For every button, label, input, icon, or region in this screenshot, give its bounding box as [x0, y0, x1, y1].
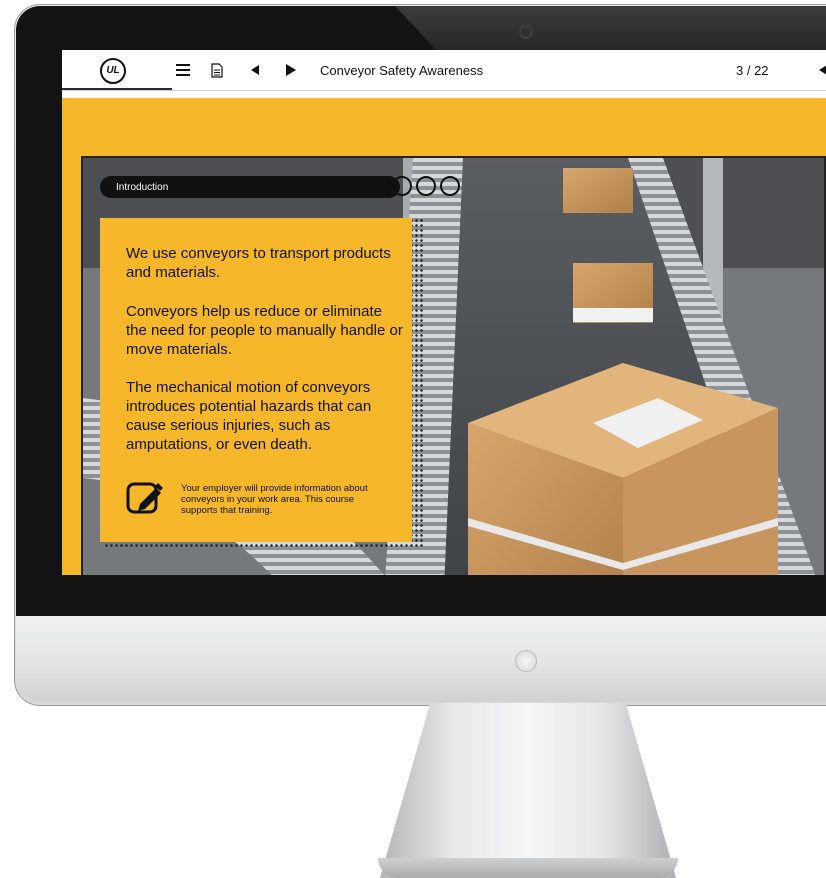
- paragraph-1: We use conveyors to transport products a…: [126, 245, 391, 281]
- progress-step-marker: [416, 176, 436, 196]
- next-icon[interactable]: [284, 61, 298, 79]
- monitor-logo-icon: [515, 650, 537, 672]
- intro-text-card: We use conveyors to transport products a…: [100, 218, 412, 542]
- page-counter: 3 / 22: [736, 63, 769, 78]
- menu-icon[interactable]: [174, 61, 192, 79]
- previous-icon[interactable]: [248, 61, 262, 79]
- player-toolbar: UL Conveyor Safety Awareness 3 / 22: [62, 50, 826, 91]
- training-note: Your employer will provide information a…: [181, 483, 368, 516]
- slide-frame: Introduction We use conveyors to transpo…: [62, 98, 826, 575]
- paragraph-2: Conveyors help us reduce or eliminate th…: [126, 303, 403, 358]
- course-title: Conveyor Safety Awareness: [320, 63, 484, 78]
- progress-step-marker: [440, 176, 460, 196]
- monitor-stand-base: [378, 858, 678, 878]
- previous-page-icon[interactable]: [818, 61, 826, 79]
- edit-note-icon: [126, 478, 166, 518]
- monitor-glass-reflection: [395, 6, 826, 50]
- transcript-icon[interactable]: [208, 61, 226, 79]
- ul-logo: UL: [100, 58, 126, 84]
- section-label: Introduction: [116, 182, 169, 193]
- logo-underline: [62, 88, 172, 90]
- course-player-screen: UL Conveyor Safety Awareness 3 / 22 Intr…: [62, 50, 826, 575]
- monitor-stand: [380, 703, 676, 878]
- paragraph-3: The mechanical motion of conveyors intro…: [126, 379, 372, 453]
- progress-step-marker: [392, 176, 412, 196]
- webcam-icon: [519, 25, 533, 39]
- monitor-chin: [16, 616, 826, 702]
